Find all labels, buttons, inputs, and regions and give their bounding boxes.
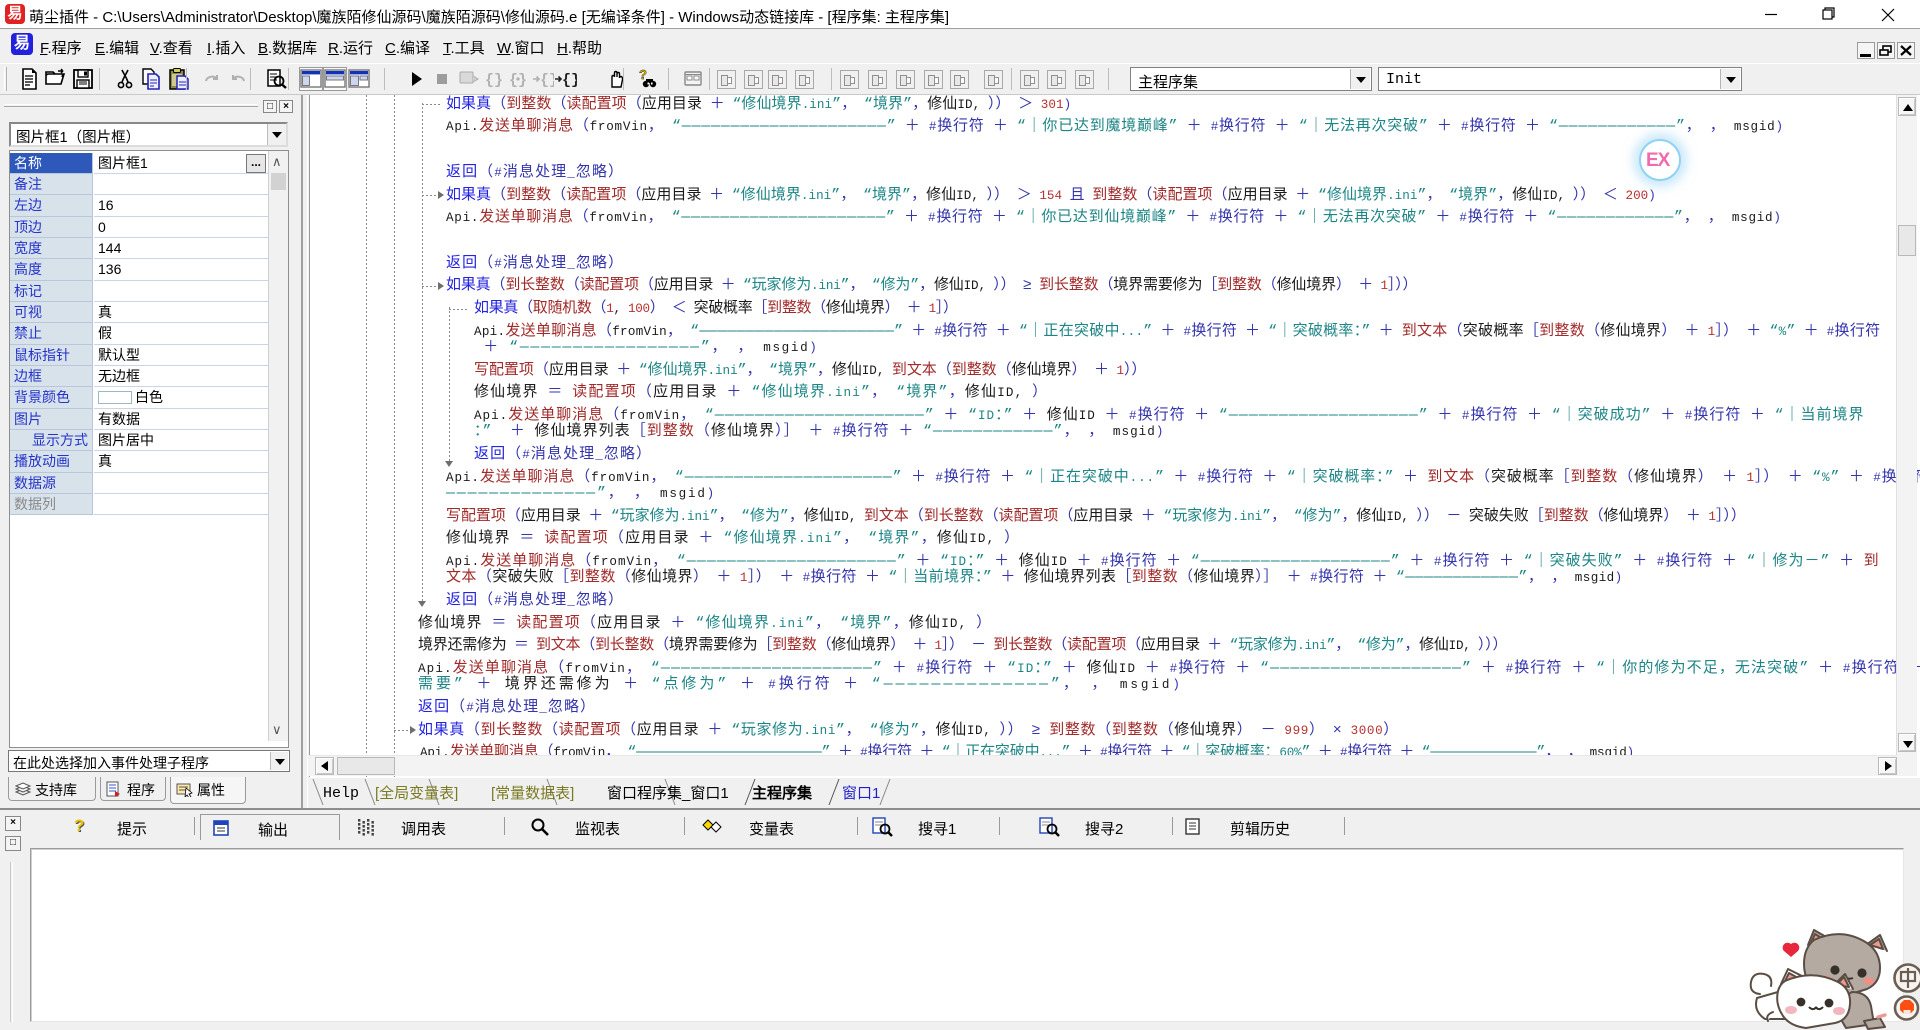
svg-text:主程序集: 主程序集 — [752, 784, 813, 802]
svg-text:窗口程序集_窗口1: 窗口程序集_窗口1 — [607, 784, 729, 802]
svg-text:{}: {} — [562, 72, 577, 89]
svg-text:窗口1: 窗口1 — [842, 784, 880, 802]
svg-text:{}: {} — [540, 72, 554, 89]
svg-text:[常量数据表]: [常量数据表] — [491, 785, 574, 802]
svg-text:Help: Help — [323, 785, 359, 802]
svg-text:?: ? — [639, 67, 647, 82]
svg-text:[全局变量表]: [全局变量表] — [375, 784, 458, 802]
svg-text:{}: {} — [485, 72, 503, 89]
